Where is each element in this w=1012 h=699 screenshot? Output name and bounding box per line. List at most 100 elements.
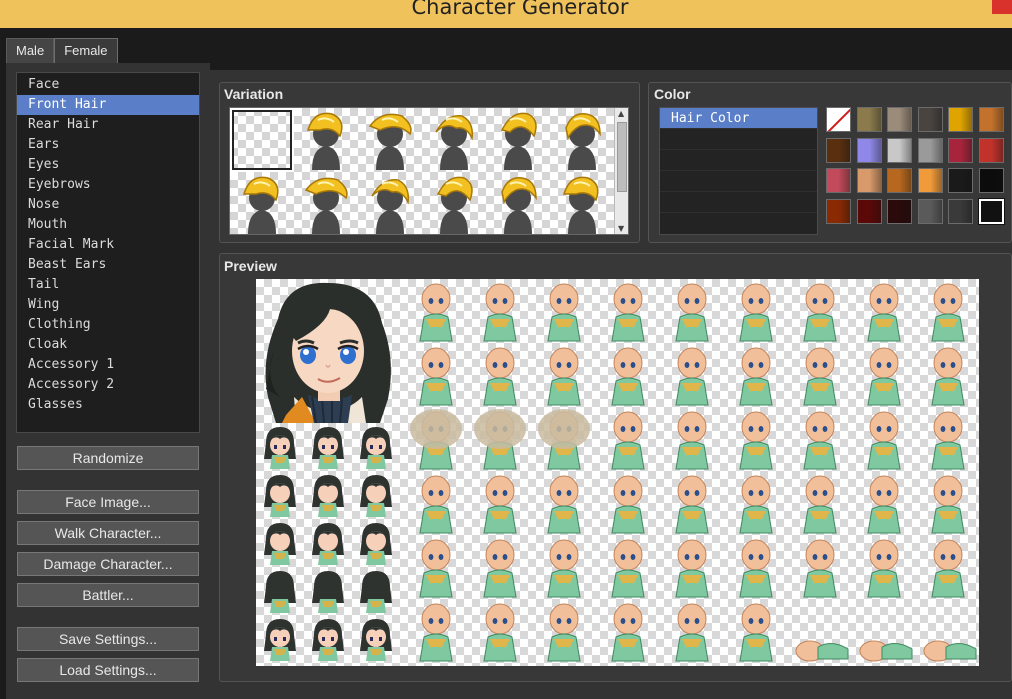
save-settings-button[interactable]: Save Settings... xyxy=(17,627,199,651)
battler-sprite-frame xyxy=(404,535,468,599)
color-swatch[interactable] xyxy=(917,137,943,163)
part-item-facial-mark[interactable]: Facial Mark xyxy=(17,235,199,255)
variation-option[interactable] xyxy=(294,108,358,172)
color-swatch[interactable] xyxy=(917,168,943,193)
color-option-hair-color[interactable]: Hair Color xyxy=(660,108,817,129)
battler-sprite-frame xyxy=(724,279,788,343)
variation-none-option[interactable] xyxy=(230,108,294,172)
battler-sprite-frame xyxy=(724,407,788,471)
part-item-face[interactable]: Face xyxy=(17,75,199,95)
color-swatch[interactable] xyxy=(978,107,1004,132)
variation-option[interactable] xyxy=(486,172,550,234)
battler-sprite-frame xyxy=(852,407,916,471)
part-item-wing[interactable]: Wing xyxy=(17,295,199,315)
color-swatch[interactable] xyxy=(887,198,912,224)
variation-scrollbar[interactable]: ▲ ▼ xyxy=(614,108,628,234)
color-option-empty xyxy=(660,192,817,213)
variation-option[interactable] xyxy=(358,108,422,172)
color-swatch[interactable] xyxy=(826,168,851,193)
part-item-beast-ears[interactable]: Beast Ears xyxy=(17,255,199,275)
walk-character-button[interactable]: Walk Character... xyxy=(17,521,199,545)
battler-sprite-frame xyxy=(404,279,468,343)
walk-sprite-frame xyxy=(304,567,352,615)
tab-male[interactable]: Male xyxy=(6,38,55,63)
color-swatch[interactable] xyxy=(887,137,912,163)
variation-option[interactable] xyxy=(550,108,614,172)
color-swatch[interactable] xyxy=(856,107,882,132)
part-item-nose[interactable]: Nose xyxy=(17,195,199,215)
color-swatch[interactable] xyxy=(887,168,912,193)
battler-sprite-frame xyxy=(916,279,979,343)
part-item-accessory-1[interactable]: Accessory 1 xyxy=(17,355,199,375)
color-swatch[interactable] xyxy=(948,198,973,224)
scroll-thumb[interactable] xyxy=(617,122,627,192)
part-item-eyebrows[interactable]: Eyebrows xyxy=(17,175,199,195)
color-swatch[interactable] xyxy=(917,198,943,224)
part-item-cloak[interactable]: Cloak xyxy=(17,335,199,355)
variation-option[interactable] xyxy=(550,172,614,234)
part-item-rear-hair[interactable]: Rear Hair xyxy=(17,115,199,135)
color-swatch[interactable] xyxy=(856,198,882,224)
close-window-icon[interactable] xyxy=(992,0,1012,14)
color-swatch[interactable] xyxy=(856,168,882,193)
battler-sprite-frame xyxy=(916,343,979,407)
preview-canvas xyxy=(256,279,979,666)
color-swatch[interactable] xyxy=(948,137,973,163)
color-swatch[interactable] xyxy=(948,168,973,193)
variation-option[interactable] xyxy=(422,172,486,234)
face-image-button[interactable]: Face Image... xyxy=(17,490,199,514)
battler-sprite-frame xyxy=(660,343,724,407)
part-item-tail[interactable]: Tail xyxy=(17,275,199,295)
battler-sprite-frame xyxy=(788,535,852,599)
variation-option[interactable] xyxy=(486,108,550,172)
scroll-down-icon[interactable]: ▼ xyxy=(618,224,624,233)
variation-option[interactable] xyxy=(422,108,486,172)
battler-sprite-frame xyxy=(660,279,724,343)
scroll-up-icon[interactable]: ▲ xyxy=(618,109,624,118)
battler-button[interactable]: Battler... xyxy=(17,583,199,607)
battler-sprite-sheet xyxy=(404,279,979,663)
battler-sprite-frame xyxy=(532,279,596,343)
color-swatch-none[interactable] xyxy=(826,107,851,132)
load-settings-button[interactable]: Load Settings... xyxy=(17,658,199,682)
battler-sprite-frame xyxy=(852,343,916,407)
color-swatch[interactable] xyxy=(826,198,851,224)
walk-sprite-sheet xyxy=(256,423,400,663)
battler-sprite-frame xyxy=(788,599,852,663)
walk-sprite-frame xyxy=(304,615,352,663)
walk-sprite-frame xyxy=(256,567,304,615)
color-swatch[interactable] xyxy=(978,137,1004,163)
walk-sprite-frame xyxy=(352,615,400,663)
color-swatch[interactable] xyxy=(978,168,1004,193)
color-swatch[interactable] xyxy=(856,137,882,163)
color-swatch[interactable] xyxy=(948,107,973,132)
color-swatch[interactable] xyxy=(887,107,912,132)
variation-option[interactable] xyxy=(358,172,422,234)
part-item-eyes[interactable]: Eyes xyxy=(17,155,199,175)
variation-option[interactable] xyxy=(230,172,294,234)
part-item-accessory-2[interactable]: Accessory 2 xyxy=(17,375,199,395)
walk-sprite-frame xyxy=(304,471,352,519)
color-label: Color xyxy=(654,86,691,102)
part-item-front-hair[interactable]: Front Hair xyxy=(17,95,199,115)
color-swatch[interactable] xyxy=(826,137,851,163)
variation-option[interactable] xyxy=(294,172,358,234)
damage-character-button[interactable]: Damage Character... xyxy=(17,552,199,576)
color-swatch[interactable] xyxy=(917,107,943,132)
color-swatch[interactable] xyxy=(977,197,1005,225)
battler-sprite-frame xyxy=(852,535,916,599)
battler-sprite-frame xyxy=(468,535,532,599)
part-item-mouth[interactable]: Mouth xyxy=(17,215,199,235)
battler-sprite-frame xyxy=(788,279,852,343)
battler-sprite-frame xyxy=(468,407,532,471)
part-item-ears[interactable]: Ears xyxy=(17,135,199,155)
battler-sprite-frame xyxy=(660,471,724,535)
battler-sprite-frame xyxy=(724,535,788,599)
part-item-clothing[interactable]: Clothing xyxy=(17,315,199,335)
part-item-glasses[interactable]: Glasses xyxy=(17,395,199,415)
color-option-empty xyxy=(660,129,817,150)
randomize-button[interactable]: Randomize xyxy=(17,446,199,470)
walk-sprite-frame xyxy=(352,567,400,615)
tab-female[interactable]: Female xyxy=(54,38,118,64)
variation-label: Variation xyxy=(224,86,284,102)
